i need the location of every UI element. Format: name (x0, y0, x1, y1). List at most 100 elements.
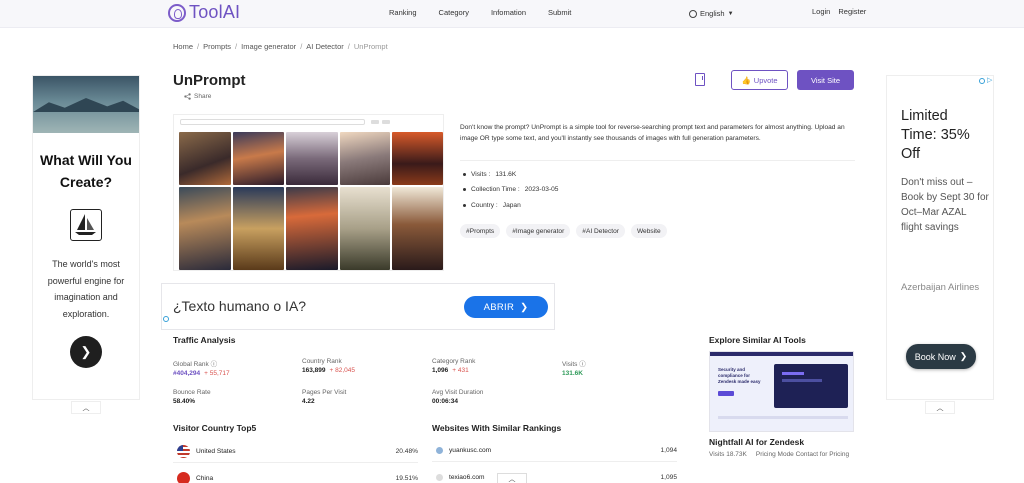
chevron-up-icon[interactable]: ︿ (497, 473, 527, 483)
tool-screenshot[interactable] (173, 114, 444, 271)
nav-information[interactable]: Infomation (491, 8, 526, 17)
country-row: China 19.51% (173, 468, 418, 483)
breadcrumb-image-generator[interactable]: Image generator (241, 42, 296, 51)
register-link[interactable]: Register (838, 7, 866, 16)
visits-meta-label: Visits : (471, 171, 491, 178)
country-percent: 20.48% (395, 448, 418, 455)
ad-question: ¿Texto humano o IA? (173, 298, 307, 314)
gallery-image (286, 187, 338, 270)
ad-open-label: ABRIR (483, 301, 515, 313)
ad-info-icon[interactable] (979, 78, 985, 84)
share-button[interactable]: Share (184, 93, 211, 100)
bullet-icon (463, 173, 466, 176)
info-icon: ⓘ (579, 361, 586, 368)
sailboat-icon (70, 209, 102, 241)
main-nav: Ranking Category Infomation Submit (389, 8, 571, 17)
nav-category[interactable]: Category (439, 8, 469, 17)
login-link[interactable]: Login (812, 7, 830, 16)
auth-links: Login Register (812, 7, 866, 16)
global-rank-label: Global Rank (173, 361, 209, 368)
similar-tool-thumbnail[interactable]: Security and compliance for Zendesk made… (709, 351, 854, 432)
bullet-icon (463, 188, 466, 191)
country-rank-metric: Country Rank 163,899 + 82,045 (302, 358, 355, 374)
chevron-up-icon[interactable]: ︿ (71, 401, 101, 414)
breadcrumb: Home / Prompts / Image generator / AI De… (173, 42, 388, 51)
tag-ai-detector[interactable]: #AI Detector (576, 224, 625, 238)
site-favicon-icon (436, 474, 443, 481)
gallery-image (340, 187, 390, 270)
breadcrumb-separator: / (347, 42, 350, 51)
avg-visit-duration-label: Avg Visit Duration (432, 389, 484, 396)
breadcrumb-separator: / (300, 42, 303, 51)
visits-label: Visits (562, 361, 578, 368)
similar-tool-name[interactable]: Nightfall AI for Zendesk (709, 437, 804, 447)
category-rank-change: + 431 (452, 367, 469, 374)
bounce-rate-metric: Bounce Rate 58.40% (173, 389, 211, 405)
breadcrumb-separator: / (235, 42, 238, 51)
bookmark-icon[interactable] (695, 73, 705, 86)
ad-open-button[interactable]: ABRIR ❯ (464, 296, 548, 318)
chevron-right-icon: ❯ (520, 301, 529, 313)
chevron-up-icon[interactable]: ︿ (925, 401, 955, 414)
thumbnail-headline: Security and compliance for Zendesk made… (718, 367, 761, 384)
site-favicon-icon (436, 447, 443, 454)
gallery-image (233, 187, 284, 270)
similar-site-row[interactable]: yuankusc.com 1,094 (432, 440, 677, 462)
bounce-rate-label: Bounce Rate (173, 389, 211, 396)
logo-icon (168, 3, 186, 22)
breadcrumb-home[interactable]: Home (173, 42, 193, 51)
pages-per-visit-label: Pages Per Visit (302, 389, 347, 396)
ad-info-icon[interactable] (163, 316, 169, 322)
upvote-button[interactable]: 👍 Upvote (731, 70, 788, 90)
collection-time-value: 2023-03-05 (524, 186, 559, 193)
pages-per-visit-value: 4.22 (302, 398, 315, 405)
divider (460, 160, 855, 161)
screenshot-search-bar (180, 119, 365, 125)
global-rank-change: + 55,717 (204, 370, 230, 377)
breadcrumb-prompts[interactable]: Prompts (203, 42, 231, 51)
book-now-button[interactable]: Book Now ❯ (906, 344, 976, 369)
ad-close-icon[interactable]: ▷ (987, 76, 992, 84)
logo[interactable]: ToolAI (168, 2, 240, 23)
visit-site-button[interactable]: Visit Site (797, 70, 854, 90)
country-rank-label: Country Rank (302, 358, 342, 365)
country-value: Japan (502, 202, 521, 209)
top-navbar: ToolAI Ranking Category Infomation Submi… (0, 0, 1024, 28)
tag-website[interactable]: Website (630, 224, 667, 238)
visits-meta-value: 131.6K (495, 171, 517, 178)
ad-headline: What Will You Create? (40, 152, 132, 190)
visits-meta: Visits : 131.6K (463, 171, 516, 178)
collection-time-meta: Collection Time : 2023-03-05 (463, 186, 558, 193)
country-percent: 19.51% (395, 475, 418, 482)
country-meta: Country : Japan (463, 202, 521, 209)
visitor-country-title: Visitor Country Top5 (173, 423, 257, 433)
similar-tool-info: Visits 18.73K Pricing Mode Contact for P… (709, 450, 859, 460)
country-rank-value: 163,899 (302, 367, 326, 374)
language-selector[interactable]: English ▼ (689, 9, 734, 18)
ad-brand: Azerbaijan Airlines (901, 282, 980, 293)
thumbs-up-icon: 👍 (741, 75, 751, 85)
thumbnail-bar (782, 372, 804, 375)
similar-site-row[interactable]: texiao6.com 1,095 (432, 467, 677, 483)
thumbnail-button (718, 391, 734, 396)
thumbnail-bar (782, 379, 822, 382)
similar-rankings-title: Websites With Similar Rankings (432, 423, 562, 433)
tag-prompts[interactable]: #Prompts (460, 224, 501, 238)
pages-per-visit-metric: Pages Per Visit 4.22 (302, 389, 346, 405)
gallery-image (286, 132, 338, 185)
china-flag-icon (177, 472, 190, 483)
caret-down-icon: ▼ (727, 10, 734, 17)
breadcrumb-ai-detector[interactable]: AI Detector (306, 42, 344, 51)
nav-ranking[interactable]: Ranking (389, 8, 417, 17)
right-side-ad[interactable]: ▷ Limited Time: 35% Off Don't miss out –… (886, 75, 994, 400)
ad-arrow-button[interactable]: ❯ (70, 336, 102, 368)
category-rank-metric: Category Rank 1,096 + 431 (432, 358, 475, 374)
similar-tool-pricing: Pricing Mode Contact for Pricing (755, 451, 850, 458)
tag-image-generator[interactable]: #Image generator (506, 224, 571, 238)
country-name: United States (196, 448, 236, 455)
inline-ad-banner[interactable]: ¿Texto humano o IA? ABRIR ❯ (161, 283, 555, 330)
ad-headline: Limited Time: 35% Off (901, 108, 970, 162)
left-side-ad[interactable]: ▷ What Will You Create? The world's most… (32, 75, 140, 400)
logo-text: ToolAI (189, 2, 241, 22)
nav-submit[interactable]: Submit (548, 8, 571, 17)
